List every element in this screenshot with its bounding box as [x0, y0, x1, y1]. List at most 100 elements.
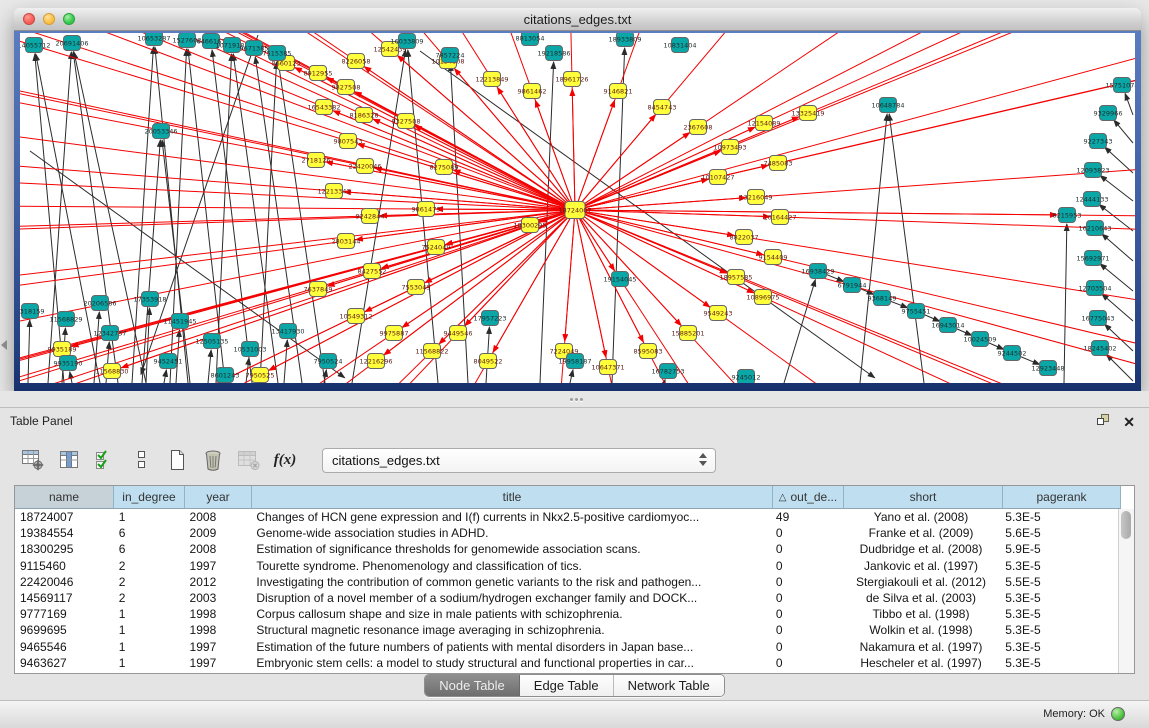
row-height-icon[interactable] — [128, 448, 154, 472]
network-edge-red[interactable] — [565, 210, 575, 341]
table-row[interactable]: 1830029562008Estimation of significance … — [15, 541, 1118, 557]
network-node[interactable]: 9329966 — [1094, 106, 1123, 121]
network-node[interactable]: 8601243 — [211, 368, 240, 383]
network-edge-red[interactable] — [575, 210, 727, 273]
network-node[interactable]: 2367608 — [684, 120, 713, 135]
network-node[interactable]: 12444133 — [1075, 192, 1108, 207]
network-node[interactable]: 9227343 — [1084, 134, 1113, 149]
network-node[interactable]: 8215953 — [1053, 208, 1082, 223]
column-header-year[interactable]: year — [185, 486, 252, 509]
network-node[interactable]: 9935190 — [54, 356, 83, 371]
network-edge-black[interactable] — [420, 51, 875, 378]
network-edge-black[interactable] — [570, 370, 573, 383]
network-node[interactable]: 18933809 — [608, 33, 641, 47]
network-node[interactable]: 12213343 — [317, 184, 350, 199]
column-header-pagerank[interactable]: pagerank — [1003, 486, 1121, 509]
network-edge-red-ray[interactable] — [575, 33, 1135, 210]
network-node[interactable]: 19218586 — [537, 46, 570, 61]
network-edge-black[interactable] — [1125, 93, 1133, 115]
memory-status-indicator[interactable] — [1111, 707, 1125, 721]
delete-table-disabled-icon[interactable] — [236, 448, 262, 472]
tab-edge-table[interactable]: Edge Table — [520, 675, 614, 696]
network-edge-red-ray[interactable] — [20, 201, 575, 210]
network-node[interactable]: 8186328 — [350, 108, 379, 123]
column-header-short[interactable]: short — [844, 486, 1003, 509]
column-header-title[interactable]: title — [252, 486, 773, 509]
column-header-in_degree[interactable]: in_degree — [114, 486, 185, 509]
network-node[interactable]: 12505135 — [195, 334, 228, 349]
network-edge-red-ray[interactable] — [575, 33, 1135, 210]
network-edge-red-ray[interactable] — [575, 110, 1135, 210]
network-node[interactable]: 9244502 — [998, 346, 1027, 361]
network-edge-red-ray[interactable] — [575, 33, 1051, 210]
network-node[interactable]: 16775043 — [1081, 311, 1114, 326]
network-node[interactable]: 15692971 — [1076, 251, 1109, 266]
network-node[interactable]: 17957223 — [473, 311, 506, 326]
network-node[interactable]: 14055712 — [20, 38, 51, 53]
network-node[interactable]: 11568830 — [95, 364, 128, 379]
network-node[interactable]: 13216049 — [739, 190, 772, 205]
network-node[interactable]: 9368149 — [868, 291, 897, 306]
network-edge-black[interactable] — [132, 47, 153, 383]
network-edge-red-ray[interactable] — [575, 210, 863, 383]
network-edge-red[interactable] — [575, 115, 656, 210]
network-edge-red-ray[interactable] — [575, 210, 1135, 383]
network-node[interactable]: 10647371 — [591, 360, 624, 375]
network-node[interactable]: 18961726 — [555, 72, 588, 87]
network-edge-red-ray[interactable] — [575, 33, 1135, 210]
float-panel-icon[interactable] — [1097, 413, 1110, 431]
network-node[interactable]: 12093823 — [1076, 163, 1109, 178]
network-edge-red[interactable] — [72, 210, 575, 346]
table-row[interactable]: 1456911722003Disruption of a novel membe… — [15, 590, 1118, 606]
network-node[interactable]: 8226058 — [342, 54, 371, 69]
network-edge-red-ray[interactable] — [575, 210, 1135, 383]
network-edge-red-ray[interactable] — [575, 33, 1135, 210]
network-node[interactable]: 9807543 — [334, 134, 363, 149]
zoom-window-button[interactable] — [63, 13, 75, 25]
table-row[interactable]: 2242004622012Investigating the contribut… — [15, 574, 1118, 590]
network-edge-black[interactable] — [1106, 354, 1133, 381]
network-edge-red[interactable] — [572, 89, 575, 210]
network-node[interactable]: 6791944 — [838, 278, 867, 293]
show-columns-icon[interactable] — [56, 448, 82, 472]
network-node[interactable]: 9245012 — [732, 370, 761, 384]
network-edge-red[interactable] — [380, 210, 575, 216]
minimize-window-button[interactable] — [43, 13, 55, 25]
network-node[interactable]: 9975887 — [380, 326, 409, 341]
network-node[interactable]: 9449546 — [444, 326, 473, 341]
scrollbar-thumb[interactable] — [1121, 511, 1131, 539]
network-edge-red-ray[interactable] — [575, 210, 1135, 383]
network-edge-red-ray[interactable] — [575, 210, 1135, 224]
network-canvas[interactable]: 1254243982260588912955866012398275081654… — [20, 33, 1135, 383]
network-edge-red-ray[interactable] — [575, 210, 1135, 258]
tab-node-table[interactable]: Node Table — [425, 675, 520, 696]
network-node[interactable]: 9154409 — [759, 250, 788, 265]
network-node[interactable]: 8275089 — [430, 160, 459, 175]
network-edge-red-ray[interactable] — [575, 33, 1135, 210]
network-edge-red-ray[interactable] — [575, 210, 1135, 383]
network-edge-red[interactable] — [358, 144, 575, 210]
table-row[interactable]: 911546021997Tourette syndrome. Phenomeno… — [15, 558, 1118, 574]
network-edge-red-ray[interactable] — [20, 210, 575, 251]
delete-column-trash-icon[interactable] — [200, 448, 226, 472]
table-vertical-scrollbar[interactable] — [1118, 509, 1134, 673]
network-node[interactable]: 20206586 — [83, 296, 116, 311]
function-builder-icon[interactable]: f(x) — [272, 448, 298, 472]
network-node[interactable]: 17353918 — [133, 292, 166, 307]
network-edge-red-ray[interactable] — [575, 33, 1135, 210]
network-node[interactable]: 11451945 — [163, 314, 196, 329]
network-node[interactable]: 10648784 — [871, 98, 904, 113]
network-node[interactable]: 15885201 — [671, 326, 704, 341]
network-edge-red-ray[interactable] — [575, 210, 1135, 383]
network-node[interactable]: 10107427 — [701, 170, 734, 185]
network-node[interactable]: 16210643 — [1078, 221, 1111, 236]
table-row[interactable]: 969969511998Structural magnetic resonanc… — [15, 622, 1118, 638]
network-node[interactable]: 11568822 — [415, 344, 448, 359]
network-node[interactable]: 8454743 — [648, 100, 677, 115]
network-node[interactable]: 8813054 — [516, 33, 545, 46]
column-header-name[interactable]: name — [15, 486, 114, 509]
network-node[interactable]: 2718126 — [302, 153, 331, 168]
network-node[interactable]: 9146821 — [604, 84, 633, 99]
close-window-button[interactable] — [23, 13, 35, 25]
network-node[interactable]: 12213849 — [475, 72, 508, 87]
